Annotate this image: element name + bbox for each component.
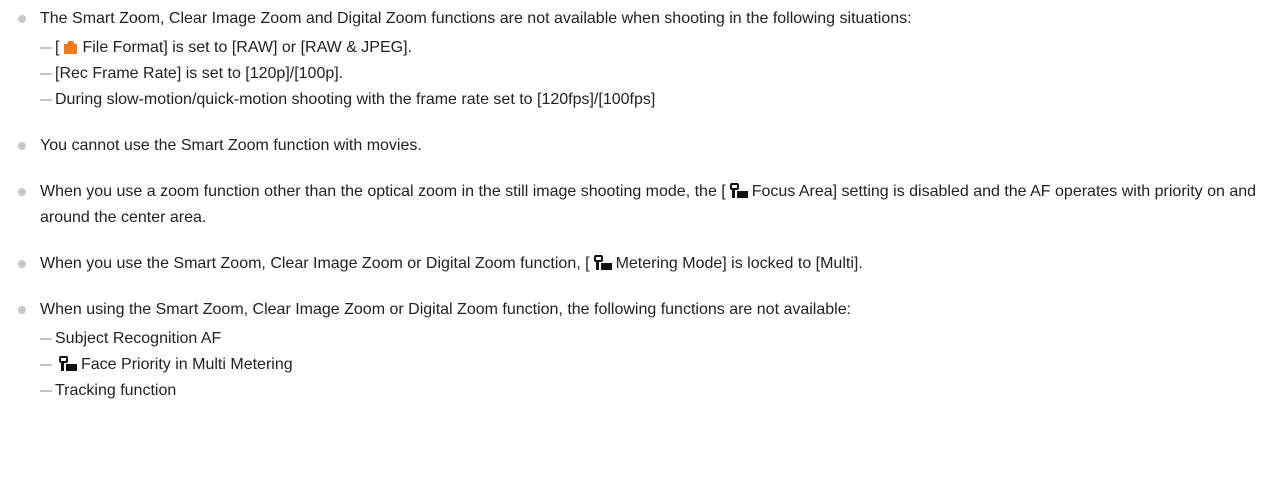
bullet-dot	[18, 188, 26, 196]
note-text: When you use a zoom function other than …	[40, 183, 1257, 226]
dash-marker	[40, 338, 52, 340]
dash-marker	[40, 390, 52, 392]
note-text: You cannot use the Smart Zoom function w…	[40, 137, 422, 154]
sub-list-item: [File Format] is set to [RAW] or [RAW & …	[40, 35, 1271, 61]
sub-list-item: Subject Recognition AF	[40, 326, 1271, 352]
camera-icon	[64, 41, 78, 54]
dash-marker	[40, 364, 52, 366]
sub-list-item: Tracking function	[40, 378, 1271, 404]
bullet-dot	[18, 142, 26, 150]
dash-marker	[40, 47, 52, 49]
note-item: You cannot use the Smart Zoom function w…	[15, 133, 1271, 159]
note-item: When using the Smart Zoom, Clear Image Z…	[15, 297, 1271, 404]
sub-list-item: [Rec Frame Rate] is set to [120p]/[100p]…	[40, 61, 1271, 87]
note-item: When you use a zoom function other than …	[15, 179, 1271, 231]
note-item: The Smart Zoom, Clear Image Zoom and Dig…	[15, 6, 1271, 113]
notes-page: The Smart Zoom, Clear Image Zoom and Dig…	[0, 0, 1285, 404]
sub-list-item: Face Priority in Multi Metering	[40, 352, 1271, 378]
note-item: When you use the Smart Zoom, Clear Image…	[15, 251, 1271, 277]
still-movie-mode-icon	[729, 183, 748, 198]
sub-list-item: During slow-motion/quick-motion shooting…	[40, 87, 1271, 113]
note-text: The Smart Zoom, Clear Image Zoom and Dig…	[40, 10, 912, 27]
bullet-dot	[18, 15, 26, 23]
still-movie-mode-icon	[593, 255, 612, 270]
bullet-dot	[18, 260, 26, 268]
note-text: When you use the Smart Zoom, Clear Image…	[40, 255, 863, 272]
still-movie-mode-icon	[59, 356, 77, 371]
sub-list: Subject Recognition AF Face Priority in …	[40, 326, 1271, 404]
sub-list: [File Format] is set to [RAW] or [RAW & …	[40, 35, 1271, 113]
note-text: When using the Smart Zoom, Clear Image Z…	[40, 301, 852, 318]
bullet-dot	[18, 306, 26, 314]
dash-marker	[40, 99, 52, 101]
dash-marker	[40, 73, 52, 75]
